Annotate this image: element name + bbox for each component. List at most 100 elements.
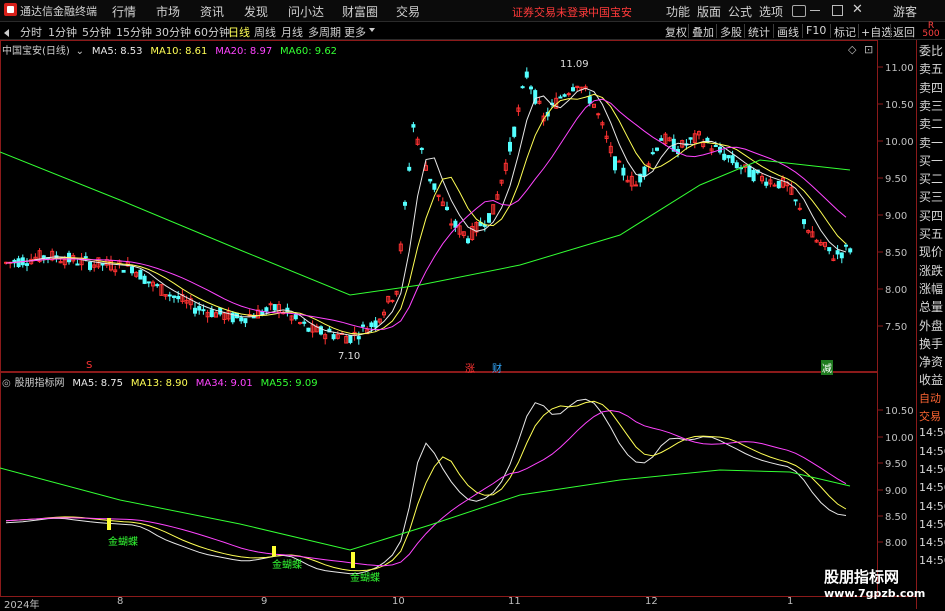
menu-function[interactable]: 功能 <box>666 3 690 20</box>
panel-r-number: 500 <box>922 29 940 39</box>
right-panel-item[interactable]: 14:56 <box>919 518 945 531</box>
candle-body <box>193 307 197 314</box>
add-favorite-button[interactable]: +自选 <box>861 24 892 40</box>
right-panel-item[interactable]: 委比 <box>919 42 945 59</box>
tab-more[interactable]: 更多 <box>344 24 366 40</box>
ma5-line <box>5 87 847 336</box>
more-dropdown-icon[interactable] <box>369 28 375 32</box>
sub-chart-header: ◎ 股朋指标网 MA5: 8.75 MA13: 8.90 MA34: 9.01 … <box>2 374 318 389</box>
right-panel-item[interactable]: 自动 <box>919 390 945 406</box>
tab-daily[interactable]: 日线 <box>228 24 250 40</box>
right-panel-item[interactable]: 卖三 <box>919 97 945 114</box>
candle-body <box>844 244 848 247</box>
right-panel-item[interactable]: 卖二 <box>919 115 945 132</box>
menu-formula[interactable]: 公式 <box>728 3 752 20</box>
login-warning[interactable]: 证券交易未登录 <box>512 4 589 20</box>
tab-multi-period[interactable]: 多周期 <box>308 24 341 40</box>
candle-body <box>634 184 638 187</box>
menu-item-news[interactable]: 资讯 <box>200 3 224 20</box>
tab-weekly[interactable]: 周线 <box>254 24 276 40</box>
marker-s[interactable]: S <box>86 360 92 371</box>
f10-button[interactable]: F10 <box>806 24 826 37</box>
divider <box>858 24 859 38</box>
pane-zoom-icon[interactable]: ⊡ <box>864 43 873 56</box>
right-panel-item[interactable]: 14:56 <box>919 554 945 567</box>
marker-finance[interactable]: 财 <box>492 360 502 375</box>
collapse-left-icon[interactable] <box>4 29 9 37</box>
indicator-icon[interactable]: ◎ <box>2 378 11 389</box>
draw-line-button[interactable]: 画线 <box>777 24 799 40</box>
right-panel-item[interactable]: 买三 <box>919 188 945 205</box>
candle-body <box>529 86 533 90</box>
main-y-axis: 11.00 10.50 10.00 9.50 9.00 8.50 8.00 7.50 <box>878 63 914 333</box>
candle-body <box>306 327 311 332</box>
ma20-line <box>5 98 847 331</box>
right-panel-item[interactable]: 14:56 <box>919 500 945 513</box>
marker-reduce[interactable]: 减 <box>821 360 833 375</box>
right-panel-item[interactable]: 14:56 <box>919 445 945 458</box>
kline-chart[interactable]: 11.00 10.50 10.00 9.50 9.00 8.50 8.00 7.50 10.5… <box>0 40 916 609</box>
tab-monthly[interactable]: 月线 <box>281 24 303 40</box>
candle-body <box>302 321 307 324</box>
back-button[interactable]: 返回 <box>893 24 915 40</box>
tab-15min[interactable]: 15分钟 <box>116 24 152 40</box>
candle-body <box>445 206 449 211</box>
menu-options[interactable]: 选项 <box>759 3 783 20</box>
multi-stock-button[interactable]: 多股 <box>720 24 742 40</box>
menu-item-trade[interactable]: 交易 <box>396 3 420 20</box>
candle-body <box>121 269 126 273</box>
menu-item-market[interactable]: 市场 <box>156 3 180 20</box>
right-panel-item[interactable]: 净资 <box>919 353 945 370</box>
right-panel-item[interactable]: 外盘 <box>919 317 945 334</box>
signal-bar <box>351 552 355 568</box>
right-panel-item[interactable]: 买二 <box>919 170 945 187</box>
guest-account[interactable]: 游客 <box>893 3 917 20</box>
right-panel-item[interactable]: 14:56 <box>919 536 945 549</box>
right-panel-item[interactable]: 卖四 <box>919 79 945 96</box>
right-panel-item[interactable]: 14:56 <box>919 463 945 476</box>
candle-body <box>524 71 529 78</box>
restore-rights-button[interactable]: 复权 <box>665 24 687 40</box>
tab-1min[interactable]: 1分钟 <box>48 24 77 40</box>
overlay-button[interactable]: 叠加 <box>692 24 714 40</box>
sub-ma55-label: MA55: 9.09 <box>260 378 318 389</box>
menu-item-wealth[interactable]: 财富圈 <box>342 3 378 20</box>
y-tick-label: 9.00 <box>885 486 907 497</box>
right-panel-item[interactable]: 交易 <box>919 408 945 424</box>
ma10-line <box>5 93 847 335</box>
right-panel-item[interactable]: 买五 <box>919 225 945 242</box>
right-panel-item[interactable]: 14:56 <box>919 426 945 439</box>
right-panel-item[interactable]: 买四 <box>919 207 945 224</box>
right-panel-item[interactable]: 现价 <box>919 243 945 260</box>
watermark-url: www.7gpzb.com <box>824 587 926 600</box>
right-panel-item[interactable]: 买一 <box>919 152 945 169</box>
settings-diamond-icon[interactable]: ◇ <box>848 43 856 56</box>
right-panel-item[interactable]: 涨跌 <box>919 262 945 279</box>
right-panel-item[interactable]: 换手 <box>919 335 945 352</box>
right-panel-item[interactable]: 收益 <box>919 371 945 388</box>
candle-body <box>298 321 302 324</box>
right-panel-item[interactable]: 卖五 <box>919 60 945 77</box>
close-icon[interactable]: ✕ <box>852 2 863 17</box>
right-panel-item[interactable]: 总量 <box>919 298 945 315</box>
menu-item-quotes[interactable]: 行情 <box>112 3 136 20</box>
marker-limit-up[interactable]: 涨 <box>465 360 475 375</box>
right-panel-item[interactable]: 涨幅 <box>919 280 945 297</box>
right-panel-item[interactable]: 14:56 <box>919 481 945 494</box>
mark-button[interactable]: 标记 <box>834 24 856 40</box>
minimize-icon[interactable] <box>810 10 820 11</box>
tab-60min[interactable]: 60分钟 <box>194 24 230 40</box>
menu-item-ask[interactable]: 问小达 <box>288 3 324 20</box>
signal-label: 金蝴蝶 <box>272 560 302 571</box>
menu-layout[interactable]: 版面 <box>697 3 721 20</box>
tab-30min[interactable]: 30分钟 <box>155 24 191 40</box>
tab-timeshare[interactable]: 分时 <box>20 24 42 40</box>
right-panel-item[interactable]: 卖一 <box>919 134 945 151</box>
dropdown-icon[interactable]: ⌄ <box>76 46 84 57</box>
maximize-icon[interactable] <box>832 5 843 16</box>
statistics-button[interactable]: 统计 <box>748 24 770 40</box>
candle-body <box>772 184 777 187</box>
menu-item-discover[interactable]: 发现 <box>244 3 268 20</box>
tab-5min[interactable]: 5分钟 <box>82 24 111 40</box>
message-icon[interactable] <box>792 5 806 17</box>
